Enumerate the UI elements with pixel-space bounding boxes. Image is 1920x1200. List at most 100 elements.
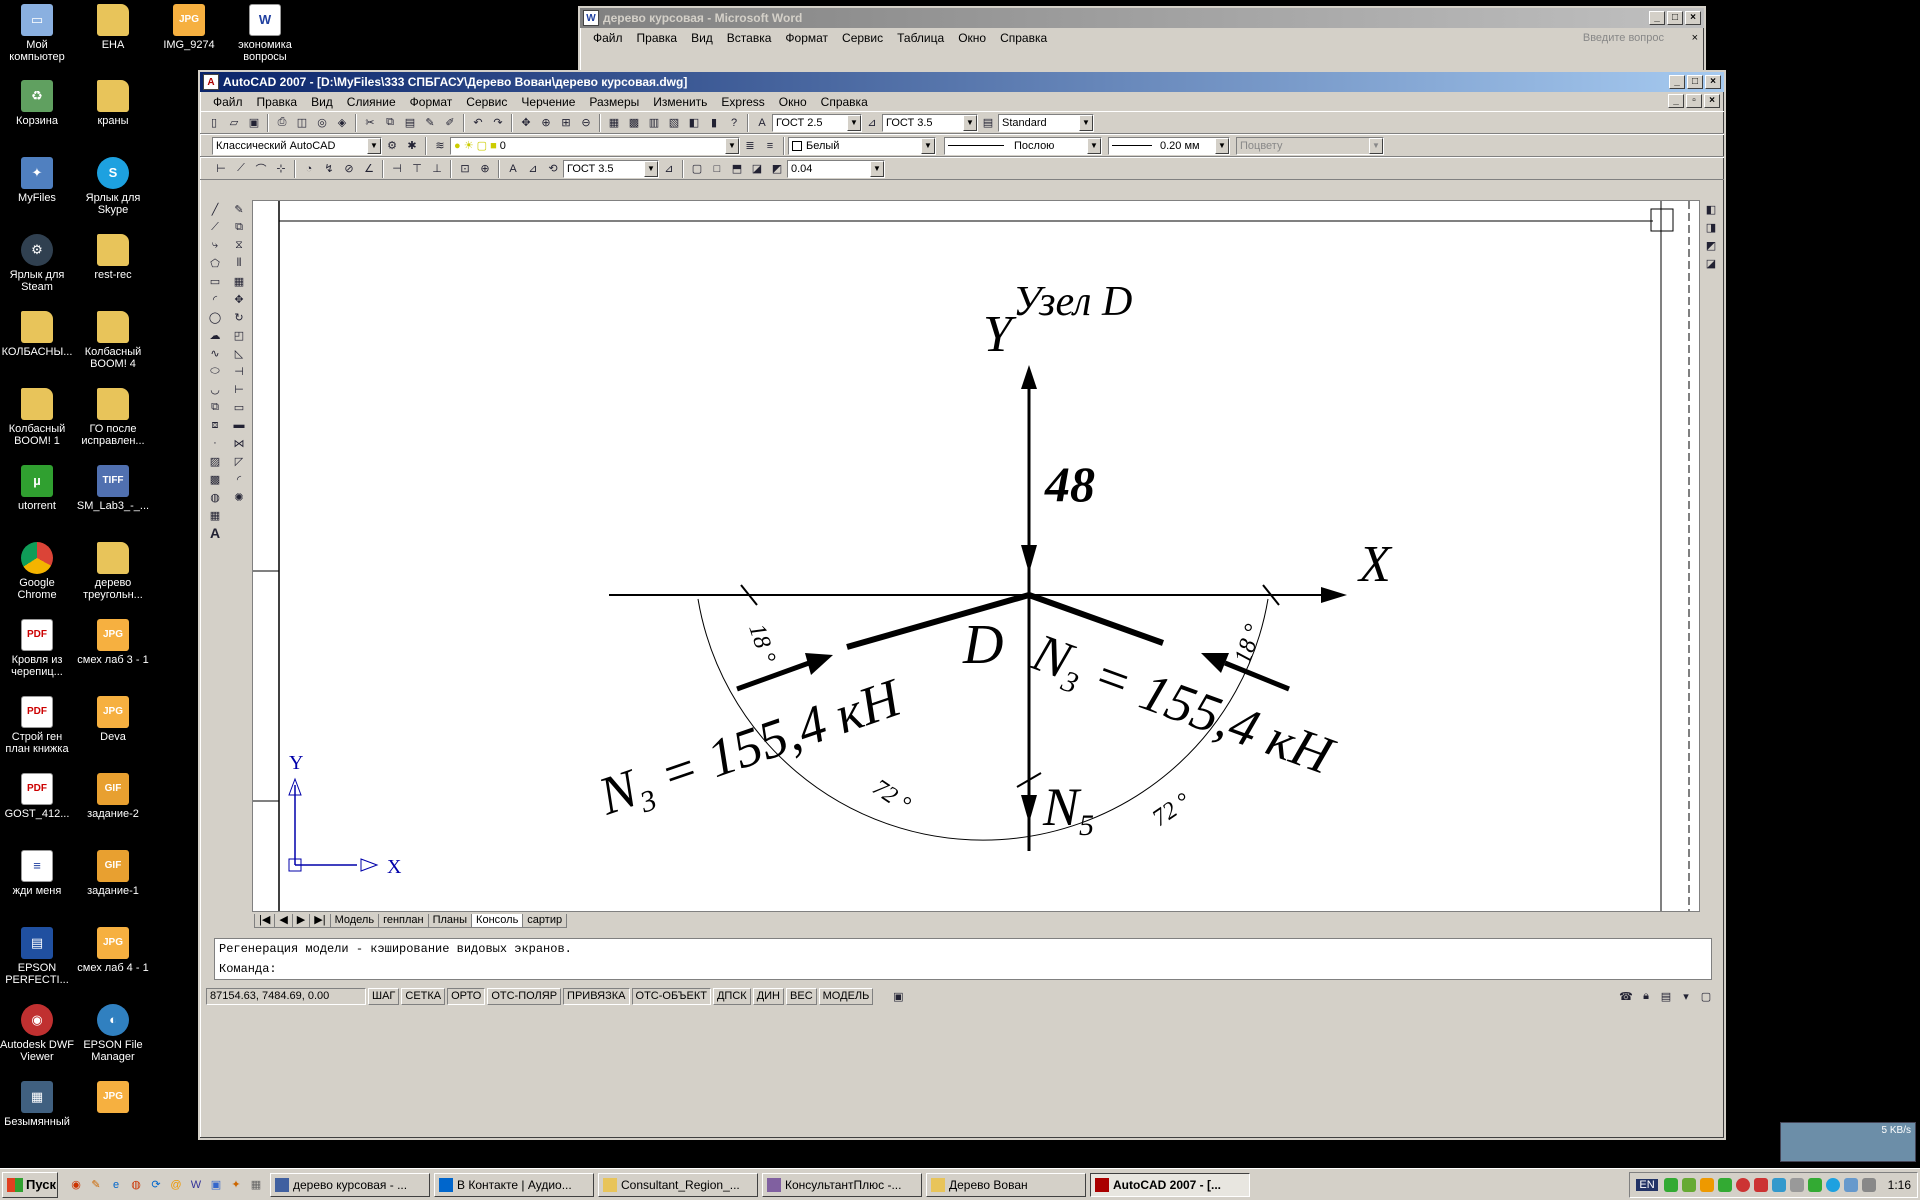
undo-icon[interactable]: ↶ <box>469 114 487 132</box>
status-model[interactable]: МОДЕЛЬ <box>818 987 874 1005</box>
tab-next-icon[interactable]: ▶ <box>291 914 311 928</box>
desktop-icon-zadanie-1[interactable]: GIF задание-1 <box>76 850 150 897</box>
antivirus-icon[interactable] <box>1735 1178 1750 1192</box>
desktop-icon-ekonomika[interactable]: Wэкономика вопросы <box>228 4 302 63</box>
aligned-dim-icon[interactable]: ⟋ <box>232 160 250 178</box>
send-to-back-icon[interactable]: ◨ <box>1702 218 1720 236</box>
menu-view[interactable]: Вид <box>304 95 340 109</box>
circle-icon[interactable]: ◯ <box>206 308 224 326</box>
minimize-button[interactable]: _ <box>1669 75 1685 89</box>
desktop-icon-chrome[interactable]: Google Chrome <box>0 542 74 601</box>
multiline-text-icon[interactable]: A <box>206 524 224 542</box>
rotate-icon[interactable]: ↻ <box>230 308 248 326</box>
desktop-icon-kolbasny-boom-1[interactable]: Колбасный BOOM! 1 <box>0 388 74 447</box>
table-style-icon[interactable]: ▤ <box>979 114 997 132</box>
tray-app-icon[interactable] <box>1699 1178 1714 1192</box>
desktop-icon-photo-impression[interactable]: ◉ Autodesk DWF Viewer <box>0 1004 74 1063</box>
rectangle-icon[interactable]: ▭ <box>206 272 224 290</box>
desktop-icon-my-computer[interactable]: ▭ Мой компьютер <box>0 4 74 63</box>
desktop-icon-epson-file-manager[interactable]: ▦ Безымянный <box>0 1081 74 1128</box>
desktop-icon-steam[interactable]: ⚙ Ярлык для Steam <box>0 234 74 293</box>
paste-icon[interactable]: ▤ <box>401 114 419 132</box>
files-icon[interactable]: ✦ <box>227 1176 245 1194</box>
status-ducs[interactable]: ДПСК <box>712 987 751 1005</box>
chrome-icon[interactable]: ◍ <box>127 1176 145 1194</box>
volume-icon[interactable] <box>1861 1178 1876 1192</box>
language-indicator[interactable]: EN <box>1636 1179 1658 1191</box>
arc-length-icon[interactable]: ⌒ <box>252 160 270 178</box>
spline-icon[interactable]: ∿ <box>206 344 224 362</box>
tab-prev-icon[interactable]: ◀ <box>274 914 293 928</box>
explode-icon[interactable]: ✺ <box>230 488 248 506</box>
dim-text-edit-icon[interactable]: ⊿ <box>524 160 542 178</box>
coordinates-display[interactable]: 87154.63, 7484.69, 0.00 <box>206 987 366 1005</box>
desktop-icon-gost[interactable]: PDF GOST_412... <box>0 773 74 820</box>
pan-icon[interactable]: ✥ <box>517 114 535 132</box>
doc-close-button[interactable]: × <box>1704 94 1720 108</box>
tab-first-icon[interactable]: |◀ <box>254 914 276 928</box>
dim-edit-icon[interactable]: A <box>504 160 522 178</box>
redo-icon[interactable]: ↷ <box>489 114 507 132</box>
status-polar[interactable]: ОТС-ПОЛЯР <box>487 987 562 1005</box>
menu-format[interactable]: Формат <box>778 31 835 45</box>
dim-style-select[interactable]: ГОСТ 3.5 ▼ <box>882 113 978 132</box>
close-button[interactable]: × <box>1705 75 1721 89</box>
desktop-icon-deva[interactable]: JPG Deva <box>76 696 150 743</box>
text-style-select[interactable]: ГОСТ 2.5 ▼ <box>772 113 862 132</box>
tray-app-icon[interactable] <box>1663 1178 1678 1192</box>
bring-above-icon[interactable]: ◩ <box>1702 236 1720 254</box>
desktop-icon-sm-lab3[interactable]: TIFF SM_Lab3_-_... <box>76 465 150 512</box>
block-editor-icon[interactable]: ✐ <box>441 114 459 132</box>
revision-cloud-icon[interactable]: ☁ <box>206 326 224 344</box>
status-dyn[interactable]: ДИН <box>752 987 785 1005</box>
break-icon[interactable]: ▭ <box>230 398 248 416</box>
desktop-icon-epson-perfection[interactable]: ▤ EPSON PERFECTI... <box>0 927 74 986</box>
lock-icon[interactable]: 🔒︎ <box>1637 987 1655 1005</box>
maximize-button[interactable]: □ <box>1667 11 1683 25</box>
menu-merge[interactable]: Слияние <box>340 95 403 109</box>
utorrent-tray-icon[interactable] <box>1717 1178 1732 1192</box>
tab-genplan[interactable]: генплан <box>378 914 429 928</box>
autocad-titlebar[interactable]: A AutoCAD 2007 - [D:\MyFiles\333 СПБГАСУ… <box>200 72 1724 92</box>
cut-icon[interactable]: ✂ <box>361 114 379 132</box>
viewport-scale-select[interactable]: 0.04 ▼ <box>787 159 885 178</box>
menu-tools[interactable]: Сервис <box>459 95 514 109</box>
tab-konsol[interactable]: Консоль <box>471 914 524 928</box>
task-consultantplus[interactable]: КонсультантПлюс -... <box>762 1172 922 1197</box>
hatch-icon[interactable]: ▨ <box>206 452 224 470</box>
zoom-previous-icon[interactable]: ⊖ <box>577 114 595 132</box>
menu-help[interactable]: Справка <box>814 95 875 109</box>
help-search-input[interactable]: Введите вопрос <box>1583 32 1664 44</box>
angular-dim-icon[interactable]: ∠ <box>360 160 378 178</box>
3d-dwf-icon[interactable]: ◈ <box>333 114 351 132</box>
status-menu-icon[interactable]: ▾ <box>1677 987 1695 1005</box>
copy-icon[interactable]: ⧉ <box>381 114 399 132</box>
dim-style-icon[interactable]: ⊿ <box>863 114 881 132</box>
desktop-icon-krany[interactable]: краны <box>76 80 150 127</box>
extend-icon[interactable]: ⊢ <box>230 380 248 398</box>
start-button[interactable]: Пуск <box>2 1171 58 1198</box>
menu-window[interactable]: Окно <box>772 95 814 109</box>
properties-icon[interactable]: ▦ <box>605 114 623 132</box>
menu-table[interactable]: Таблица <box>890 31 951 45</box>
menu-modify[interactable]: Изменить <box>646 95 714 109</box>
desktop-icon-img-9274[interactable]: JPG IMG_9274 <box>152 4 226 51</box>
command-line[interactable]: Регенерация модели - кэширование видовых… <box>214 938 1712 980</box>
baseline-dim-icon[interactable]: ⊤ <box>408 160 426 178</box>
doc-restore-button[interactable]: ▫ <box>1686 94 1702 108</box>
task-autocad[interactable]: AutoCAD 2007 - [... <box>1090 1172 1250 1197</box>
layer-manager-icon[interactable]: ≋ <box>431 137 449 155</box>
menu-window[interactable]: Окно <box>951 31 993 45</box>
dim-style-manager-icon[interactable]: ⊿ <box>660 160 678 178</box>
quick-dim-icon[interactable]: ⊣ <box>388 160 406 178</box>
task-word[interactable]: дерево курсовая - ... <box>270 1172 430 1197</box>
desktop-icon-rest-rec[interactable]: rest-rec <box>76 234 150 281</box>
menu-edit[interactable]: Правка <box>630 31 685 45</box>
tool-palettes-icon[interactable]: ▥ <box>645 114 663 132</box>
table-icon[interactable]: ▦ <box>206 506 224 524</box>
match-properties-icon[interactable]: ✎ <box>421 114 439 132</box>
word-window[interactable]: W дерево курсовая - Microsoft Word _ □ ×… <box>578 6 1706 76</box>
zoom-window-icon[interactable]: ⊞ <box>557 114 575 132</box>
make-block-icon[interactable]: ⧈ <box>206 416 224 434</box>
ordinate-dim-icon[interactable]: ⊹ <box>272 160 290 178</box>
